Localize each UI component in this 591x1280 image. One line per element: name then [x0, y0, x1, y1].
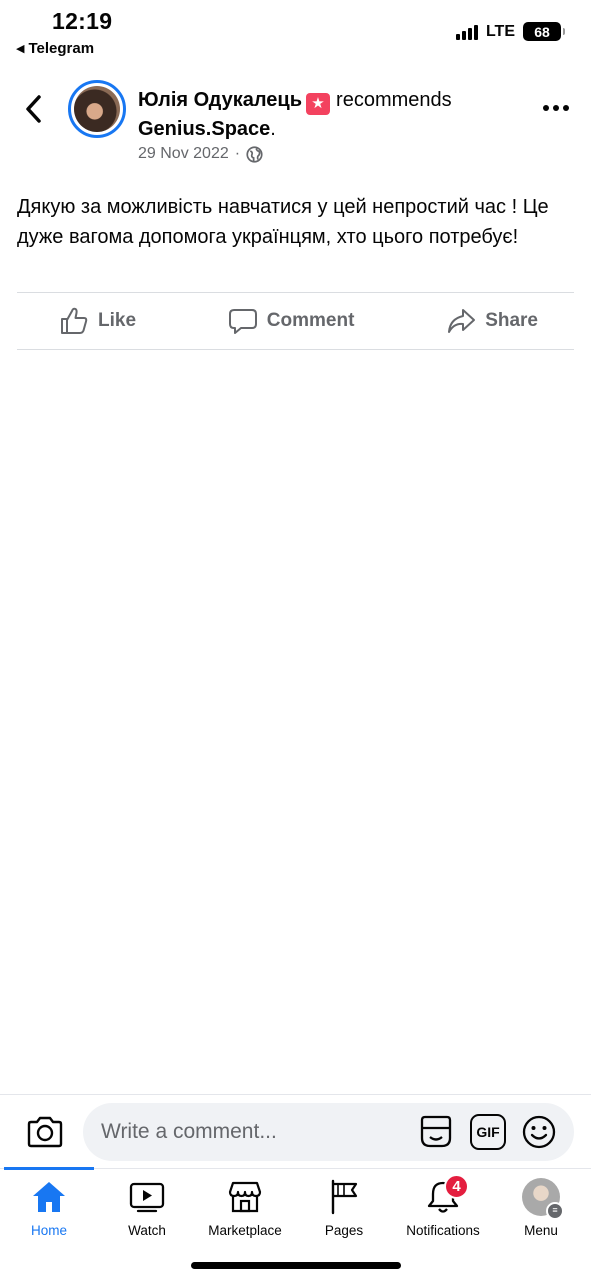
post-meta: 29 Nov 2022 ·: [138, 145, 263, 163]
home-icon: [33, 1182, 65, 1212]
comment-label: Comment: [266, 310, 355, 331]
tab-watch[interactable]: Watch: [92, 1177, 202, 1238]
tab-pages[interactable]: Pages: [289, 1177, 399, 1238]
post-body-text: Дякую за можливість навчатися у цей непр…: [17, 196, 549, 248]
comment-composer: GIF: [0, 1094, 591, 1170]
back-triangle-icon: ◀: [16, 43, 25, 55]
tab-home[interactable]: Home: [0, 1177, 104, 1238]
globe-icon: [246, 145, 263, 163]
tab-menu-label: Menu: [524, 1223, 558, 1238]
author-name[interactable]: Юлія Одукалець: [138, 89, 302, 111]
comment-input[interactable]: [101, 1103, 401, 1161]
page-suffix: .: [270, 118, 276, 140]
post-actions-bar: Like Comment Share: [17, 292, 574, 350]
like-label: Like: [98, 310, 137, 331]
emoji-icon[interactable]: [521, 1114, 557, 1150]
battery-icon: 68: [523, 22, 565, 41]
chevron-left-icon[interactable]: [22, 94, 46, 124]
like-button[interactable]: Like: [59, 306, 136, 336]
comment-button[interactable]: Comment: [228, 306, 355, 336]
menu-lines-icon: ≡: [546, 1202, 564, 1220]
tab-notifications-label: Notifications: [406, 1223, 480, 1238]
comment-box: GIF: [83, 1103, 574, 1161]
tab-marketplace-label: Marketplace: [208, 1223, 282, 1238]
notification-count-badge: 4: [444, 1174, 469, 1199]
camera-icon[interactable]: [26, 1115, 64, 1149]
network-type: LTE: [485, 22, 515, 40]
back-app-label: Telegram: [28, 40, 95, 57]
signal-icon: [455, 24, 478, 40]
page-name-link[interactable]: Genius.Space: [138, 118, 270, 140]
share-label: Share: [485, 310, 538, 331]
thumbs-up-icon: [61, 307, 88, 334]
tab-home-label: Home: [30, 1223, 67, 1238]
video-play-icon: [129, 1182, 165, 1213]
sticker-icon[interactable]: [418, 1114, 454, 1150]
battery-level: 68: [534, 23, 550, 40]
profile-avatar: ≡: [522, 1178, 564, 1220]
post-header-text: Юлія Одукалець ★ recommends Genius.Space.: [138, 86, 518, 144]
tab-menu[interactable]: ≡ Menu: [486, 1177, 591, 1238]
share-arrow-icon: [448, 309, 476, 333]
tab-marketplace[interactable]: Marketplace: [190, 1177, 300, 1238]
active-tab-indicator: [4, 1167, 94, 1170]
back-to-app-link[interactable]: ◀ Telegram: [16, 40, 94, 57]
tab-notifications[interactable]: 4 Notifications: [388, 1174, 498, 1238]
meta-separator: ·: [234, 145, 241, 162]
gif-label: GIF: [476, 1124, 500, 1140]
share-button[interactable]: Share: [446, 306, 538, 336]
author-avatar[interactable]: [68, 80, 126, 138]
recommends-label: recommends: [336, 89, 452, 111]
post-date[interactable]: 29 Nov 2022: [138, 145, 229, 163]
status-indicators: LTE 68: [455, 22, 565, 41]
speech-bubble-icon: [228, 309, 257, 334]
avatar-photo: [74, 86, 120, 132]
status-bar: 12:19 ◀ Telegram LTE 68: [0, 0, 591, 64]
status-time: 12:19: [52, 8, 113, 34]
star-speech-bubble-icon: ★: [306, 93, 331, 115]
shop-icon: [228, 1181, 262, 1213]
flag-icon: [331, 1179, 358, 1215]
gif-icon[interactable]: GIF: [470, 1114, 506, 1150]
tab-watch-label: Watch: [128, 1223, 166, 1238]
more-horizontal-icon[interactable]: [543, 98, 569, 118]
home-indicator: [191, 1262, 401, 1269]
tab-pages-label: Pages: [324, 1223, 364, 1238]
